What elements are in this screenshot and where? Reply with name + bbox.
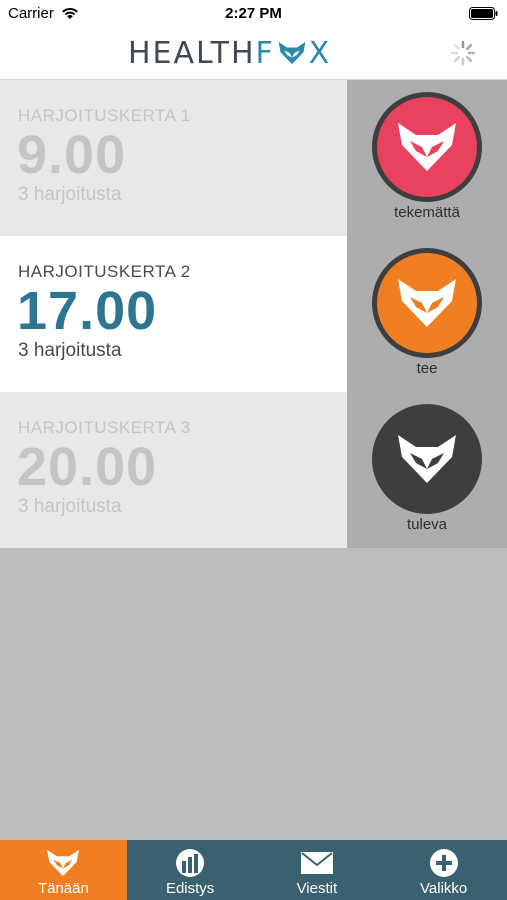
tab-label: Viestit: [296, 880, 338, 897]
status-do[interactable]: tee: [347, 236, 507, 392]
session-label: HARJOITUSKERTA 3: [18, 418, 191, 437]
tab-label: Valikko: [420, 880, 468, 897]
fox-head-icon: [398, 435, 456, 483]
status-circle: [372, 92, 482, 202]
session-label: HARJOITUSKERTA 2: [18, 262, 191, 281]
status-upcoming[interactable]: tuleva: [347, 392, 507, 548]
status-label: tee: [416, 360, 438, 377]
battery-icon: [469, 7, 498, 20]
fox-head-icon: [398, 123, 456, 171]
logo-text-x: X: [308, 35, 332, 71]
session-status-column: tekemättä tee tuleva: [347, 80, 507, 548]
logo-text-f: F: [255, 35, 275, 71]
status-label: tuleva: [406, 516, 448, 533]
status-label: tekemättä: [394, 204, 460, 221]
session-exercise-count: 3 harjoitusta: [18, 496, 122, 517]
status-circle: [372, 404, 482, 514]
session-card-3[interactable]: HARJOITUSKERTA 3 20.00 3 harjoitusta: [0, 392, 347, 548]
status-circle: [372, 248, 482, 358]
loading-spinner-icon: [450, 40, 476, 66]
fox-head-icon: [278, 41, 306, 65]
session-time: 9.00: [17, 125, 127, 185]
tab-progress[interactable]: Edistys: [127, 840, 254, 900]
session-card-1[interactable]: HARJOITUSKERTA 1 9.00 3 harjoitusta: [0, 80, 347, 236]
session-time: 17.00: [17, 281, 158, 341]
session-exercise-count: 3 harjoitusta: [18, 340, 122, 361]
fox-head-icon: [398, 279, 456, 327]
tab-label: Edistys: [165, 880, 215, 897]
tab-bar: Tänään Edistys Viestit Valikko: [0, 840, 507, 900]
app-header: HEALTH F X: [0, 28, 507, 80]
envelope-icon: [300, 852, 333, 874]
plus-circle-icon: [429, 849, 458, 877]
session-label: HARJOITUSKERTA 1: [18, 106, 191, 125]
status-missed[interactable]: tekemättä: [347, 80, 507, 236]
tab-menu[interactable]: Valikko: [380, 840, 507, 900]
logo-text-health: HEALTH: [128, 35, 256, 71]
session-card-2[interactable]: HARJOITUSKERTA 2 17.00 3 harjoitusta: [0, 236, 347, 392]
tab-today[interactable]: Tänään: [0, 840, 127, 900]
clock-time: 2:27 PM: [225, 5, 282, 22]
fox-head-icon: [47, 849, 80, 877]
session-list: HARJOITUSKERTA 1 9.00 3 harjoitusta HARJ…: [0, 80, 347, 548]
status-bar: Carrier 2:27 PM: [0, 0, 507, 28]
session-time: 20.00: [17, 437, 158, 497]
tab-messages[interactable]: Viestit: [254, 840, 381, 900]
healthfox-logo: HEALTH F X: [128, 35, 332, 71]
session-exercise-count: 3 harjoitusta: [18, 184, 122, 205]
progress-chart-icon: [176, 849, 205, 877]
tab-label: Tänään: [37, 880, 89, 897]
